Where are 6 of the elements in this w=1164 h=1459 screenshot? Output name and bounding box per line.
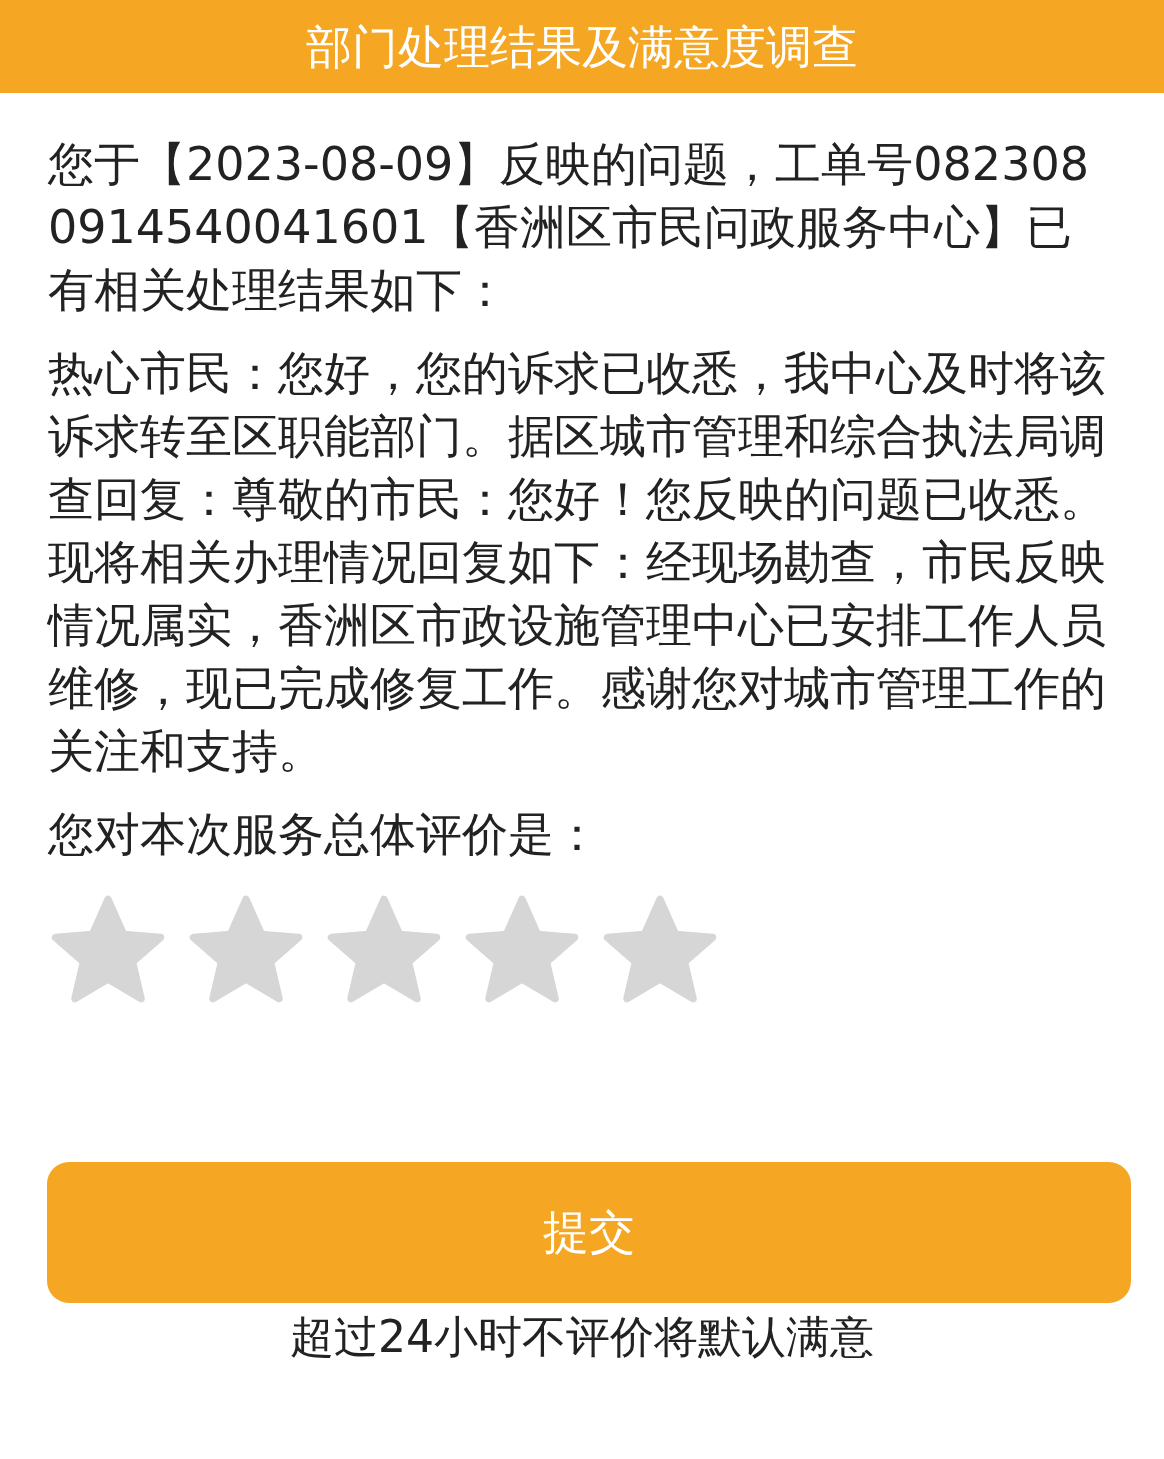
rating-label: 您对本次服务总体评价是： [48,806,601,863]
submit-button[interactable]: 提交 [47,1162,1131,1303]
default-satisfied-note: 超过24小时不评价将默认满意 [290,1310,874,1364]
reply-text: 热心市民：您好，您的诉求已收悉，我中心及时将该诉求转至区职能部门。据区城市管理和综合执法局调查回复：尊敬的市民：您好！您反映的问题已收悉。现将相关办理情况回复如下：经现场勘查，市民反映情况属实，香洲区市政设施管理中心已安排工作人员维修，现已完成修复工作。感谢您对城市管理工作的关注和支持。 [48,345,1107,780]
page-title: 部门处理结果及满意度调查 [306,18,858,75]
intro-text: 您于【2023-08-09】反映的问题，工单号0823080914540041601【香洲区市民问政服务中心】已有相关处理结果如下： [48,136,1090,319]
